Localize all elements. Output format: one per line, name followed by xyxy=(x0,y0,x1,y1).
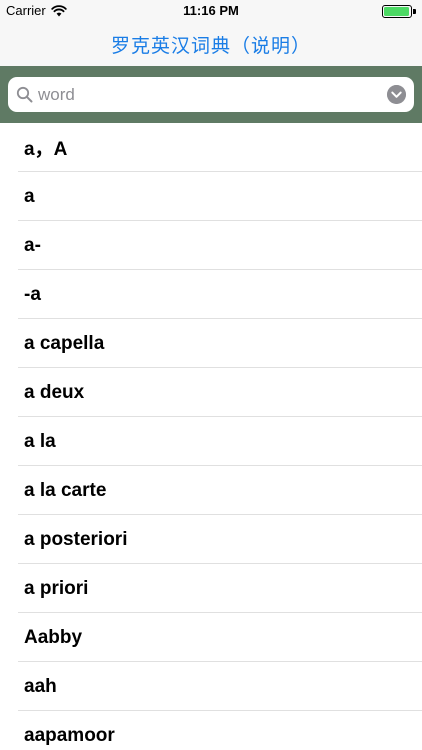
word-list-item[interactable]: aah xyxy=(0,662,422,711)
word-list-item[interactable]: a la carte xyxy=(0,466,422,515)
word-list-item[interactable]: -a xyxy=(0,270,422,319)
word-label: a deux xyxy=(24,381,85,403)
search-input[interactable] xyxy=(38,77,378,112)
word-list: a，A a a- -a a capella a deux a la a la carte a p… xyxy=(0,123,422,750)
chevron-down-icon[interactable] xyxy=(387,85,406,104)
word-list-item[interactable]: a- xyxy=(0,221,422,270)
clock: 11:16 PM xyxy=(183,3,239,18)
word-label: a，A xyxy=(24,139,68,160)
word-list-item[interactable]: Aabby xyxy=(0,613,422,662)
word-label: a- xyxy=(24,234,41,256)
word-label: a priori xyxy=(24,577,89,599)
word-list-item[interactable]: a deux xyxy=(0,368,422,417)
word-label: a la carte xyxy=(24,479,107,501)
battery-icon xyxy=(382,5,416,18)
status-bar: Carrier 11:16 PM xyxy=(0,0,422,22)
word-label: a la xyxy=(24,430,56,452)
word-label: aah xyxy=(24,675,57,697)
word-label: -a xyxy=(24,283,41,305)
word-label: a xyxy=(24,185,35,207)
navigation-bar: 罗克英汉词典（说明） xyxy=(0,22,422,66)
word-list-item[interactable]: a xyxy=(0,172,422,221)
word-list-item[interactable]: a capella xyxy=(0,319,422,368)
word-list-item[interactable]: a priori xyxy=(0,564,422,613)
word-label: aapamoor xyxy=(24,724,115,746)
search-field-container[interactable] xyxy=(8,77,414,112)
search-bar xyxy=(0,66,422,123)
search-icon xyxy=(16,86,33,103)
nav-title-link[interactable]: 罗克英汉词典（说明） xyxy=(111,31,311,58)
word-list-item[interactable]: a，A xyxy=(0,123,422,172)
word-list-item[interactable]: a la xyxy=(0,417,422,466)
word-label: a posteriori xyxy=(24,528,128,550)
word-label: Aabby xyxy=(24,626,83,648)
word-list-item[interactable]: a posteriori xyxy=(0,515,422,564)
word-label: a capella xyxy=(24,332,105,354)
word-list-item[interactable]: aapamoor xyxy=(0,711,422,750)
